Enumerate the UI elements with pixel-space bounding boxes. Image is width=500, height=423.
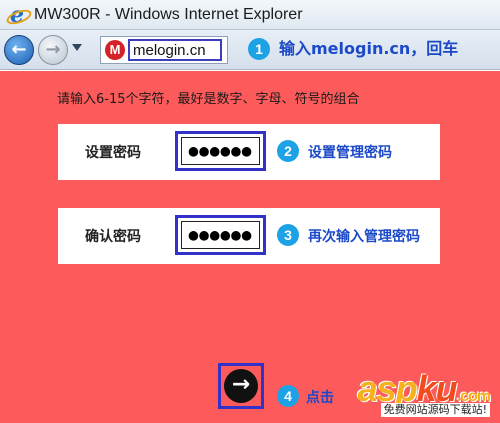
watermark-caption: 免费网站源码下载站! xyxy=(380,403,490,417)
confirm-password-label: 确认密码 xyxy=(85,229,141,245)
navigation-bar: ← → M melogin.cn 1 输入melogin.cn，回车 xyxy=(0,30,500,70)
set-password-row: 设置密码 ●●●●●● 2 设置管理密码 xyxy=(58,124,440,180)
password-instruction: 请输入6-15个字符，最好是数字、字母、符号的组合 xyxy=(57,92,360,107)
window-title: MW300R - Windows Internet Explorer xyxy=(34,6,303,23)
step-1-badge: 1 xyxy=(248,38,270,60)
window-title-bar: e MW300R - Windows Internet Explorer xyxy=(0,0,500,30)
history-dropdown-icon[interactable] xyxy=(72,44,82,51)
back-button[interactable]: ← xyxy=(4,35,34,65)
set-password-value[interactable]: ●●●●●● xyxy=(181,137,260,165)
internet-explorer-icon: e xyxy=(5,3,29,27)
submit-button[interactable]: → xyxy=(224,369,258,403)
step-2-badge: 2 xyxy=(277,140,299,162)
site-watermark: aspku.com 免费网站源码下载站! xyxy=(326,371,494,417)
back-arrow-icon: ← xyxy=(11,39,27,60)
address-bar[interactable]: M melogin.cn xyxy=(100,36,228,64)
step-3-badge: 3 xyxy=(277,224,299,246)
set-password-label: 设置密码 xyxy=(85,145,141,161)
confirm-password-value[interactable]: ●●●●●● xyxy=(181,221,260,249)
step-2-note: 设置管理密码 xyxy=(308,145,392,161)
forward-arrow-icon: → xyxy=(45,39,61,60)
url-highlight-box: melogin.cn xyxy=(128,39,222,61)
submit-highlight-box: → xyxy=(218,363,264,409)
site-favicon-icon: M xyxy=(105,40,125,60)
step-3-note: 再次输入管理密码 xyxy=(308,229,420,245)
step-4-badge: 4 xyxy=(277,385,299,407)
address-url[interactable]: melogin.cn xyxy=(133,41,206,60)
confirm-password-row: 确认密码 ●●●●●● 3 再次输入管理密码 xyxy=(58,208,440,264)
confirm-password-input[interactable]: ●●●●●● xyxy=(175,215,266,255)
set-password-input[interactable]: ●●●●●● xyxy=(175,131,266,171)
right-arrow-icon: → xyxy=(231,372,251,397)
step-1-note: 输入melogin.cn，回车 xyxy=(279,39,459,58)
forward-button[interactable]: → xyxy=(38,35,68,65)
